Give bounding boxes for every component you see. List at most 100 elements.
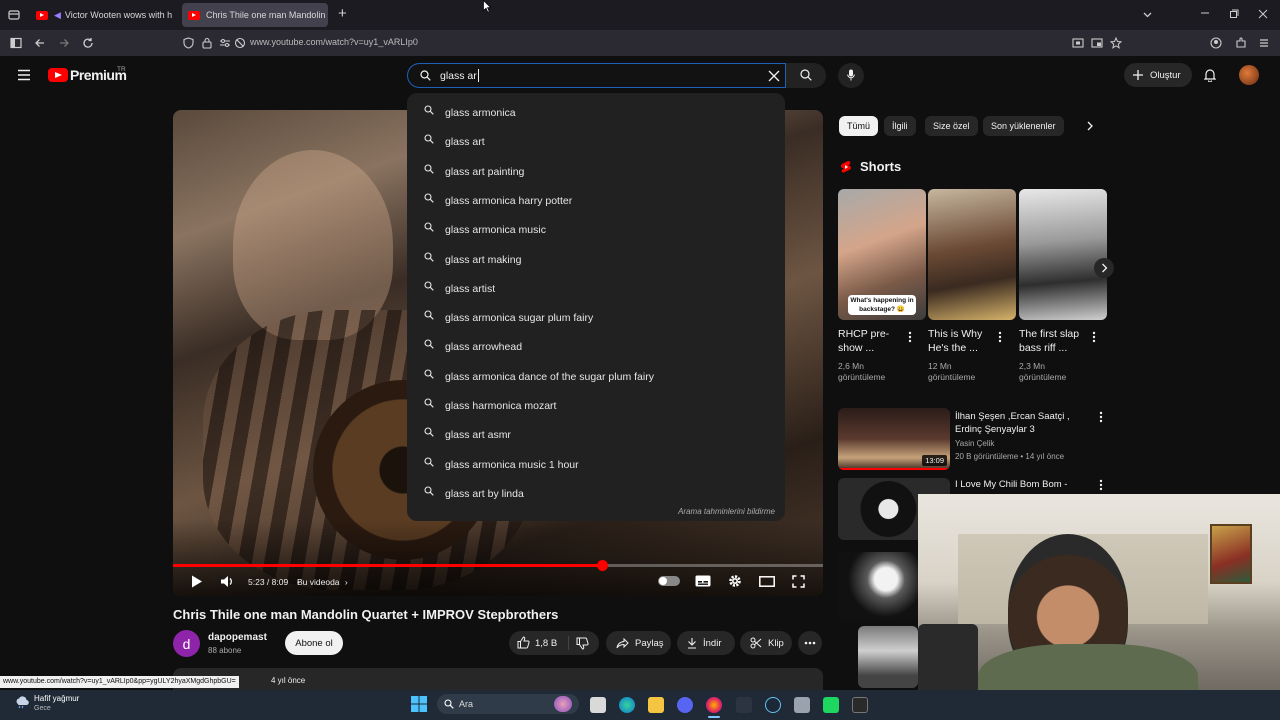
recommendation-thumbnail-1[interactable]: 13:09 — [838, 408, 950, 470]
search-suggestion-item[interactable]: glass armonica dance of the sugar plum f… — [407, 360, 785, 389]
recommendation-title-2[interactable]: I Love My Chili Bom Bom - — [955, 478, 1067, 491]
search-box[interactable]: glass ar — [407, 63, 786, 88]
search-suggestion-item[interactable]: glass armonica sugar plum fairy — [407, 301, 785, 330]
short-more-icon[interactable] — [998, 331, 1002, 343]
task-view-icon[interactable] — [590, 697, 606, 713]
tab-chris-thile-active[interactable]: Chris Thile one man Mandolin Q ✕ — [182, 3, 328, 27]
short-more-icon[interactable] — [908, 331, 912, 343]
extensions-icon[interactable] — [1235, 37, 1247, 49]
clip-button[interactable]: Klip — [740, 631, 792, 655]
like-thumb-icon[interactable] — [517, 636, 530, 649]
volume-icon[interactable] — [220, 575, 234, 588]
short-thumbnail-2[interactable] — [928, 189, 1016, 320]
chapter-button[interactable]: Bu videoda › — [297, 577, 348, 587]
taskbar-search-box[interactable]: Ara — [437, 694, 579, 714]
epic-games-icon[interactable] — [852, 697, 868, 713]
search-suggestion-item[interactable]: glass armonica harry potter — [407, 184, 785, 213]
share-button[interactable]: Paylaş — [606, 631, 671, 655]
search-suggestion-item[interactable]: glass armonica music — [407, 213, 785, 242]
short-title-1[interactable]: RHCP pre-show ... — [838, 327, 889, 355]
account-icon[interactable] — [1210, 37, 1222, 49]
fullscreen-icon[interactable] — [792, 575, 805, 588]
weather-label[interactable]: Hafif yağmur — [34, 694, 79, 703]
search-suggestion-item[interactable]: glass art making — [407, 243, 785, 272]
app-icon-dark[interactable] — [736, 697, 752, 713]
firefox-icon[interactable] — [706, 697, 722, 713]
tool-icon[interactable] — [794, 697, 810, 713]
voice-search-button[interactable] — [838, 63, 864, 88]
filter-chip[interactable]: Size özel — [925, 116, 978, 136]
recommendation-thumbnail-4[interactable] — [858, 626, 918, 688]
menu-hamburger-icon[interactable] — [1258, 37, 1270, 49]
report-search-predictions-link[interactable]: Arama tahminlerini bildirme — [678, 507, 775, 516]
dislike-thumb-icon[interactable] — [576, 637, 589, 650]
short-title-2[interactable]: This is Why He's the ... — [928, 327, 982, 355]
filter-chip[interactable]: Son yüklenenler — [983, 116, 1064, 136]
recommendation-thumbnail-3[interactable] — [838, 552, 918, 620]
bookmark-star-icon[interactable] — [1110, 37, 1122, 49]
tab-overview-icon[interactable] — [8, 9, 20, 21]
file-explorer-icon[interactable] — [648, 697, 664, 713]
search-suggestion-item[interactable]: glass armonica music 1 hour — [407, 448, 785, 477]
theater-mode-icon[interactable] — [759, 576, 775, 587]
short-more-icon[interactable] — [1092, 331, 1096, 343]
minimize-window-icon[interactable] — [1200, 8, 1210, 18]
permissions-icon[interactable] — [219, 37, 231, 49]
filter-chip[interactable]: Tümü — [839, 116, 879, 136]
forward-arrow-icon[interactable] — [58, 37, 70, 49]
autoplay-toggle[interactable] — [658, 576, 680, 586]
recommendation-more-icon[interactable] — [1099, 479, 1103, 491]
youtube-logo-icon[interactable] — [48, 68, 68, 82]
more-actions-button[interactable] — [798, 631, 822, 655]
like-count[interactable]: 1,8 B — [535, 638, 557, 649]
search-suggestion-item[interactable]: glass artist — [407, 272, 785, 301]
search-suggestion-item[interactable]: glass arrowhead — [407, 330, 785, 359]
shorts-next-button[interactable] — [1094, 258, 1114, 278]
new-tab-button[interactable]: + — [338, 6, 347, 21]
reload-icon[interactable] — [82, 37, 94, 49]
steam-icon[interactable] — [765, 697, 781, 713]
discord-icon[interactable] — [677, 697, 693, 713]
filter-chip[interactable]: İlgili — [884, 116, 916, 136]
download-button[interactable]: İndir — [677, 631, 735, 655]
short-thumbnail-1[interactable]: What's happening in backstage? 😀 — [838, 189, 926, 320]
windows-start-icon[interactable] — [411, 696, 427, 712]
play-icon[interactable] — [191, 575, 203, 588]
search-suggestion-item[interactable]: glass art asmr — [407, 418, 785, 447]
notifications-bell-icon[interactable] — [1204, 68, 1216, 82]
search-suggestion-item[interactable]: glass art painting — [407, 155, 785, 184]
close-tab-icon[interactable]: ✕ — [172, 9, 176, 22]
close-window-icon[interactable] — [1258, 9, 1268, 19]
audio-playing-icon[interactable]: ◀ — [54, 10, 61, 21]
search-suggestion-item[interactable]: glass art — [407, 125, 785, 154]
short-title-3[interactable]: The first slap bass riff ... — [1019, 327, 1079, 355]
recommendation-channel-1[interactable]: Yasin Çelik — [955, 439, 994, 448]
url-text[interactable]: www.youtube.com/watch?v=uy1_vARLIp0 — [250, 37, 418, 47]
short-thumbnail-3[interactable] — [1019, 189, 1107, 320]
tab-victor-wooten[interactable]: ◀ Victor Wooten wows with h ✕ — [30, 3, 176, 27]
guide-menu-icon[interactable] — [17, 69, 31, 81]
edge-browser-icon[interactable] — [619, 697, 635, 713]
user-avatar[interactable] — [1239, 65, 1259, 85]
settings-gear-icon[interactable] — [728, 574, 742, 588]
lock-icon[interactable] — [202, 37, 212, 49]
progress-scrubber-handle[interactable] — [597, 560, 608, 571]
channel-avatar[interactable]: d — [173, 630, 200, 657]
autoplay-blocked-icon[interactable] — [234, 37, 246, 49]
search-input[interactable]: glass ar — [440, 70, 477, 82]
search-suggestion-item[interactable]: glass harmonica mozart — [407, 389, 785, 418]
back-arrow-icon[interactable] — [34, 37, 46, 49]
clear-search-icon[interactable] — [768, 70, 780, 82]
subscribe-button[interactable]: Abone ol — [285, 631, 343, 655]
search-suggestion-item[interactable]: glass armonica — [407, 96, 785, 125]
recommendation-title-1[interactable]: İlhan Şeşen ,Ercan Saatçi , Erdinç Şenyay… — [955, 410, 1070, 436]
create-button[interactable]: Oluştur — [1124, 63, 1192, 87]
picture-in-picture-icon[interactable] — [1091, 37, 1103, 49]
tracking-protection-shield-icon[interactable] — [183, 37, 194, 49]
search-suggestion-item[interactable]: glass art by linda — [407, 477, 785, 506]
search-button[interactable] — [786, 63, 826, 88]
restore-window-icon[interactable] — [1229, 9, 1239, 19]
sidebar-toggle-icon[interactable] — [10, 37, 22, 49]
subtitles-icon[interactable] — [695, 575, 711, 587]
progress-bar[interactable] — [173, 560, 823, 571]
